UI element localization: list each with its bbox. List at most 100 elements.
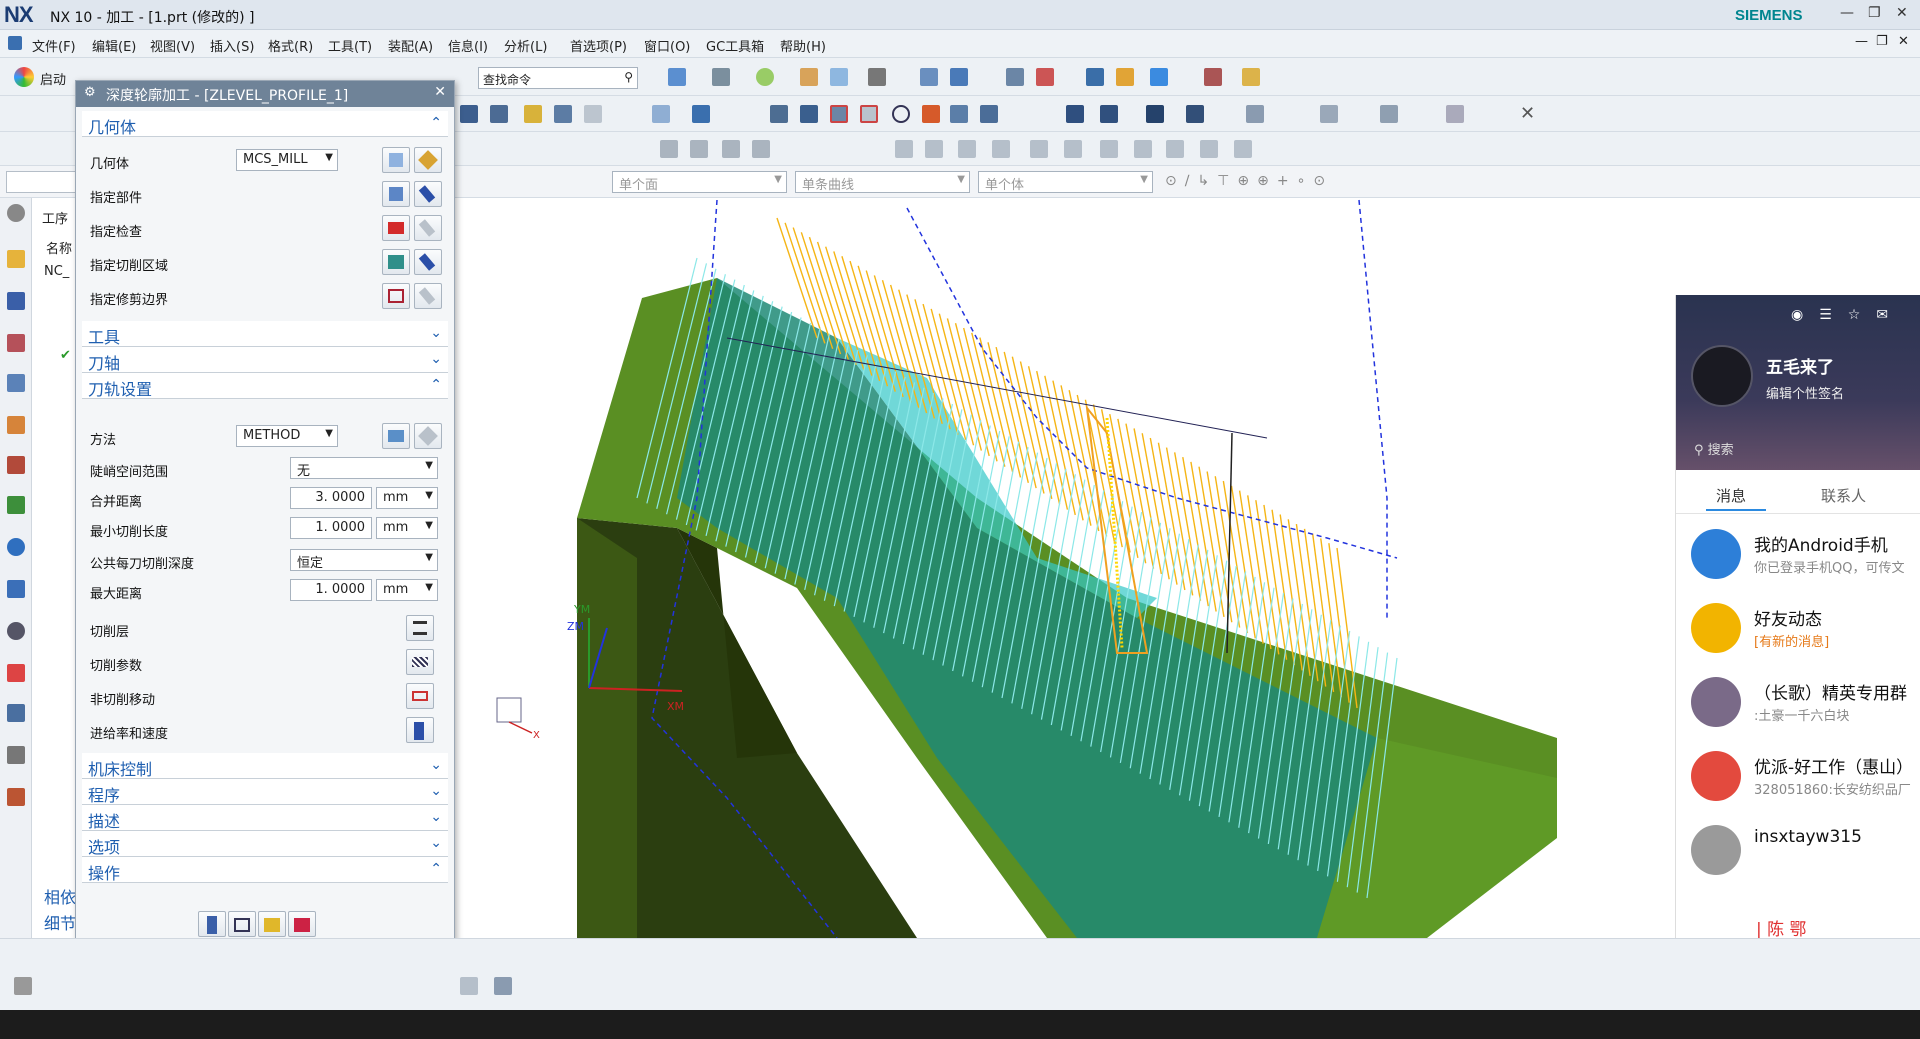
tool-icon-h[interactable]: [1134, 140, 1152, 158]
doc-restore-icon[interactable]: ❐: [1876, 34, 1888, 49]
color-icon[interactable]: [868, 68, 886, 86]
doc-minimize-icon[interactable]: —: [1855, 34, 1868, 49]
show-trim-button[interactable]: [414, 283, 442, 309]
max-distance-input[interactable]: 1. 0000: [290, 579, 372, 601]
merge-unit-select[interactable]: mm ▼: [376, 487, 438, 509]
navigator-tab[interactable]: 工序: [42, 208, 68, 227]
drill-icon[interactable]: [722, 140, 740, 158]
simulate-icon[interactable]: [860, 105, 878, 123]
app-menu-icon[interactable]: [8, 36, 22, 50]
section-icon[interactable]: [920, 68, 938, 86]
specify-check-button[interactable]: [382, 215, 410, 241]
qq-signature[interactable]: 编辑个性签名: [1766, 383, 1844, 402]
wizard-icon[interactable]: [660, 140, 678, 158]
list-item-partial[interactable]: | 陈 鄂: [1756, 915, 1807, 940]
section-actions[interactable]: 操作 ⌃: [82, 857, 448, 883]
tool-icon-a[interactable]: [895, 140, 913, 158]
menu-preferences[interactable]: 首选项(P): [570, 36, 627, 55]
hd3d-icon[interactable]: [7, 456, 25, 474]
wcs-icon[interactable]: [1036, 68, 1054, 86]
list-item[interactable]: 优派-好工作（惠山） 328051860:长安纺织品厂: [1676, 739, 1920, 813]
create-tool-icon[interactable]: [490, 105, 508, 123]
edit-geometry-button[interactable]: [414, 147, 442, 173]
ruler-icon[interactable]: [1242, 68, 1260, 86]
section-options[interactable]: 选项 ⌄: [82, 831, 448, 857]
search-command-input[interactable]: 查找命令 ⚲: [478, 67, 638, 89]
menu-help[interactable]: 帮助(H): [780, 36, 826, 55]
show-hide-icon[interactable]: [494, 977, 512, 995]
section-tool-axis[interactable]: 刀轴 ⌄: [82, 347, 448, 373]
show-check-button[interactable]: [414, 215, 442, 241]
menu-analysis[interactable]: 分析(L): [504, 36, 547, 55]
layer-icon[interactable]: [830, 68, 848, 86]
dependencies-panel[interactable]: 相依: [44, 884, 76, 908]
transform-icon[interactable]: [1086, 68, 1104, 86]
history-icon[interactable]: [7, 580, 25, 598]
avatar[interactable]: [1691, 345, 1753, 407]
minimize-icon[interactable]: —: [1840, 5, 1854, 21]
generate-icon[interactable]: [652, 105, 670, 123]
roles-icon[interactable]: [7, 746, 25, 764]
postprocess-icon[interactable]: [950, 105, 968, 123]
verify-icon[interactable]: [770, 105, 788, 123]
snap-view-icon[interactable]: [460, 977, 478, 995]
face-filter-select[interactable]: 单个面 ▼: [612, 171, 787, 193]
analysis-icon[interactable]: [1150, 68, 1168, 86]
depth-per-cut-select[interactable]: 恒定 ▼: [290, 549, 438, 571]
navigator-name-column[interactable]: 名称: [46, 238, 72, 257]
replay-icon[interactable]: [692, 105, 710, 123]
method-select[interactable]: METHOD ▼: [236, 425, 338, 447]
tool-icon-i[interactable]: [1166, 140, 1184, 158]
section-program[interactable]: 程序 ⌄: [82, 779, 448, 805]
edge-display-icon[interactable]: [800, 68, 818, 86]
flag-icon[interactable]: [1066, 105, 1084, 123]
doc-close-icon[interactable]: ✕: [1898, 34, 1909, 49]
list-icon[interactable]: [800, 105, 818, 123]
menu-edit[interactable]: 编辑(E): [92, 36, 136, 55]
new-geometry-button[interactable]: [382, 147, 410, 173]
x-tool-icon[interactable]: ✕: [1520, 103, 1535, 124]
edit-method-button[interactable]: [414, 423, 442, 449]
create-program-icon[interactable]: [460, 105, 478, 123]
qq-header-icons[interactable]: ◉☰☆✉: [1791, 307, 1904, 323]
non-cut-moves-button[interactable]: [406, 683, 434, 709]
replay-button[interactable]: [228, 911, 256, 937]
show-part-button[interactable]: [414, 181, 442, 207]
palette-icon[interactable]: [7, 664, 25, 682]
tool-icon-e[interactable]: [1030, 140, 1048, 158]
merge-distance-input[interactable]: 3. 0000: [290, 487, 372, 509]
verify-button[interactable]: [258, 911, 286, 937]
body-filter-select[interactable]: 单个体 ▼: [978, 171, 1153, 193]
section-tool[interactable]: 工具 ⌄: [82, 321, 448, 347]
sim-icon[interactable]: [7, 704, 25, 722]
grid-icon[interactable]: [1204, 68, 1222, 86]
tool-icon-c[interactable]: [958, 140, 976, 158]
move-icon[interactable]: [1146, 105, 1164, 123]
section-machine-control[interactable]: 机床控制 ⌄: [82, 753, 448, 779]
menu-insert[interactable]: 插入(S): [210, 36, 254, 55]
tool-icon-k[interactable]: [1234, 140, 1252, 158]
feeds-speeds-button[interactable]: [406, 717, 434, 743]
settings-icon[interactable]: [1446, 105, 1464, 123]
clock-icon[interactable]: [7, 622, 25, 640]
list-item[interactable]: 我的Android手机 你已登录手机QQ，可传文: [1676, 517, 1920, 591]
list-item[interactable]: insxtayw315: [1676, 813, 1920, 887]
curve-icon[interactable]: [922, 105, 940, 123]
select-icon[interactable]: [1186, 105, 1204, 123]
constraint-nav-icon[interactable]: [7, 292, 25, 310]
cut-params-button[interactable]: [406, 649, 434, 675]
tool-icon-j[interactable]: [1200, 140, 1218, 158]
tool-icon-f[interactable]: [1064, 140, 1082, 158]
mark-icon[interactable]: [1380, 105, 1398, 123]
qq-search[interactable]: ⚲ 搜索: [1694, 439, 1734, 458]
min-cut-length-input[interactable]: 1. 0000: [290, 517, 372, 539]
create-operation-icon[interactable]: [584, 105, 602, 123]
arrow-icon[interactable]: [1100, 105, 1118, 123]
part-nav-icon[interactable]: [7, 334, 25, 352]
max-distance-unit-select[interactable]: mm ▼: [376, 579, 438, 601]
menu-info[interactable]: 信息(I): [448, 36, 488, 55]
select-mode-icon[interactable]: [14, 977, 32, 995]
specify-part-button[interactable]: [382, 181, 410, 207]
gear-icon[interactable]: [7, 204, 25, 222]
min-cut-unit-select[interactable]: mm ▼: [376, 517, 438, 539]
